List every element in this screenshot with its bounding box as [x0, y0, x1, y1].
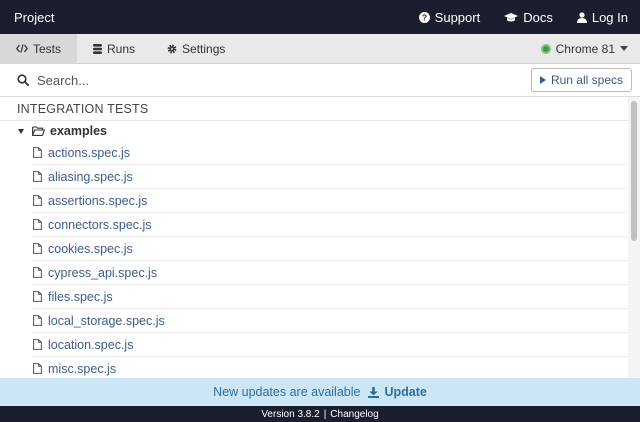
spec-file-row[interactable]: aliasing.spec.js — [33, 165, 628, 189]
spec-file-name: assertions.spec.js — [48, 193, 148, 208]
project-title: Project — [14, 9, 55, 25]
footer: Version 3.8.2 | Changelog — [0, 406, 640, 422]
file-icon — [33, 171, 42, 182]
spec-file-name: actions.spec.js — [48, 145, 130, 160]
spec-file-row[interactable]: misc.spec.js — [33, 357, 628, 378]
scrollbar[interactable] — [628, 97, 640, 378]
run-all-specs-button[interactable]: Run all specs — [530, 68, 632, 92]
version-label: Version 3.8.2 — [261, 408, 320, 420]
login-link-label: Log In — [591, 9, 628, 25]
question-circle-icon: ? — [418, 11, 430, 23]
search-icon — [17, 74, 29, 86]
spec-file-row[interactable]: assertions.spec.js — [33, 189, 628, 213]
spec-files: actions.spec.js aliasing.spec.js assertion… — [0, 141, 628, 378]
spec-file-row[interactable]: cypress_api.spec.js — [33, 261, 628, 285]
file-icon — [33, 243, 42, 254]
spec-file-name: files.spec.js — [48, 289, 113, 304]
spec-file-name: connectors.spec.js — [48, 217, 152, 232]
spec-file-row[interactable]: local_storage.spec.js — [33, 309, 628, 333]
folder-examples[interactable]: examples — [0, 121, 628, 141]
docs-link[interactable]: Docs — [504, 10, 553, 25]
file-icon — [33, 267, 42, 278]
tab-bar: Tests Runs Settings Chrome 81 — [0, 33, 640, 64]
tab-settings-label: Settings — [182, 41, 226, 56]
file-icon — [33, 363, 42, 374]
spec-file-row[interactable]: cookies.spec.js — [33, 237, 628, 261]
file-icon — [33, 291, 42, 302]
folder-label: examples — [50, 124, 107, 138]
update-message: New updates are available — [213, 385, 361, 399]
svg-text:?: ? — [422, 13, 427, 22]
spec-file-name: aliasing.spec.js — [48, 169, 133, 184]
database-icon — [93, 43, 103, 54]
spec-file-name: misc.spec.js — [48, 361, 117, 376]
code-icon — [16, 44, 28, 53]
caret-down-icon — [620, 46, 628, 51]
tab-tests[interactable]: Tests — [0, 33, 78, 64]
tab-tests-label: Tests — [33, 41, 62, 56]
spec-file-name: cookies.spec.js — [48, 241, 133, 256]
update-label: Update — [384, 385, 427, 399]
search-bar: Run all specs — [0, 64, 640, 97]
spec-file-row[interactable]: location.spec.js — [33, 333, 628, 357]
caret-down-icon — [18, 128, 24, 134]
spec-file-name: location.spec.js — [48, 337, 134, 352]
spec-file-name: local_storage.spec.js — [48, 313, 165, 328]
gear-icon — [167, 44, 177, 53]
file-icon — [33, 315, 42, 326]
file-icon — [33, 195, 42, 206]
support-link-label: Support — [434, 9, 481, 25]
browser-selector[interactable]: Chrome 81 — [540, 41, 628, 56]
file-icon — [33, 219, 42, 230]
tab-runs-label: Runs — [107, 41, 136, 56]
docs-link-label: Docs — [523, 9, 553, 25]
support-link[interactable]: ? Support — [418, 9, 481, 25]
spec-file-name: cypress_api.spec.js — [48, 265, 158, 280]
run-all-specs-label: Run all specs — [550, 73, 623, 87]
tab-runs[interactable]: Runs — [77, 34, 151, 64]
graduation-cap-icon — [504, 12, 519, 21]
browser-label: Chrome 81 — [555, 41, 615, 56]
download-icon — [368, 386, 380, 398]
changelog-link[interactable]: Changelog — [330, 409, 378, 420]
top-navbar: Project ? Support Docs Log In — [0, 0, 640, 34]
login-link[interactable]: Log In — [576, 9, 628, 25]
update-button[interactable]: Update — [368, 385, 427, 399]
cypress-app-window: Project ? Support Docs Log In Tests Runs… — [0, 0, 640, 422]
spec-list: INTEGRATION TESTS examples actions.spec.… — [0, 97, 628, 378]
user-icon — [576, 11, 587, 23]
top-nav-links: ? Support Docs Log In — [395, 10, 628, 25]
integration-tests-header: INTEGRATION TESTS — [0, 97, 628, 121]
folder-open-icon — [32, 126, 45, 136]
spec-file-row[interactable]: actions.spec.js — [33, 141, 628, 165]
update-banner: New updates are available Update — [0, 378, 640, 406]
tab-settings[interactable]: Settings — [151, 34, 241, 64]
search-input[interactable] — [35, 71, 419, 89]
play-icon — [539, 76, 546, 84]
spec-file-row[interactable]: connectors.spec.js — [33, 213, 628, 237]
footer-separator: | — [323, 408, 327, 420]
file-icon — [33, 339, 42, 350]
spec-file-row[interactable]: files.spec.js — [33, 285, 628, 309]
scrollbar-thumb[interactable] — [631, 101, 637, 241]
chrome-icon — [540, 43, 551, 54]
file-icon — [33, 147, 42, 158]
